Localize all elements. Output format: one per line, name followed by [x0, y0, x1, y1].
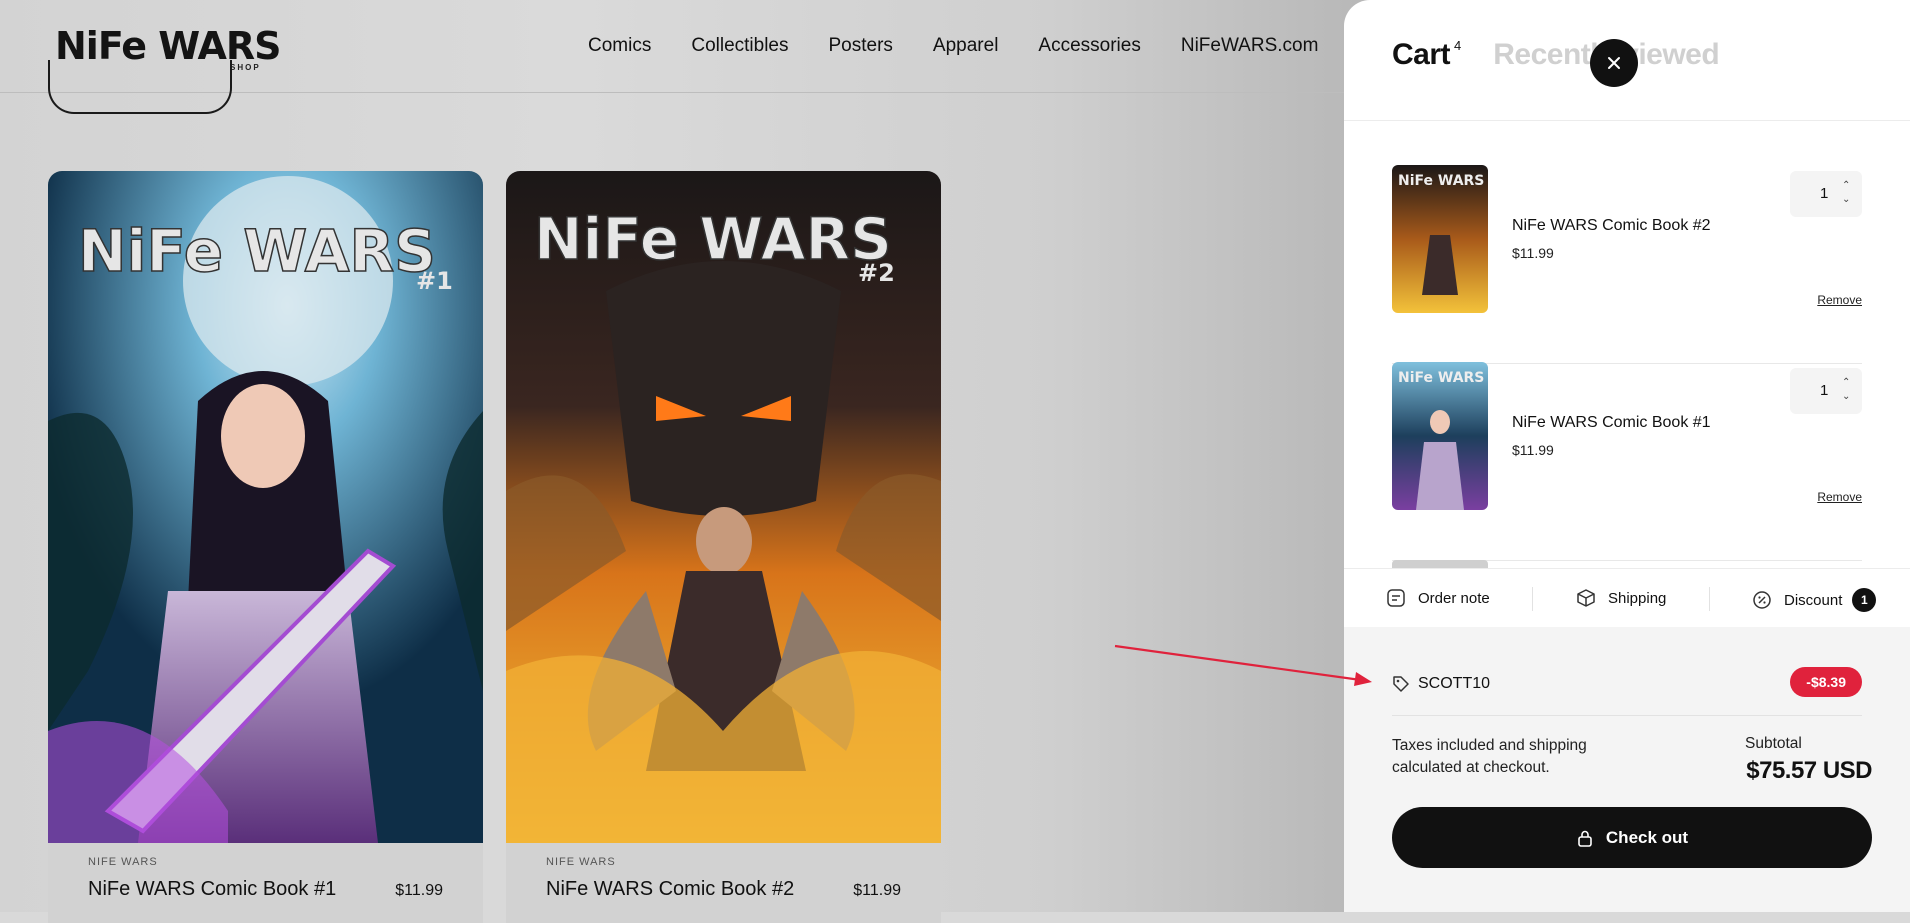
cart-item-price: $11.99	[1512, 245, 1554, 261]
note-icon	[1387, 589, 1405, 607]
discount-label: Discount	[1784, 591, 1843, 609]
main-nav: Comics Collectibles Posters Apparel Acce…	[588, 34, 1358, 58]
thumb-cover-1: NiFe WARS	[1392, 362, 1488, 510]
cart-item-image[interactable]	[1392, 560, 1488, 568]
order-note-label: Order note	[1418, 589, 1490, 607]
quantity-value[interactable]: 1	[1820, 382, 1828, 399]
tag-icon	[1393, 676, 1409, 692]
filter-button[interactable]	[48, 60, 232, 114]
product-meta: NIFE WARS NiFe WARS Comic Book #1 $11.99	[88, 856, 443, 916]
cover-title: NiFe WARS	[534, 205, 892, 273]
comic-cover-1: NiFe WARS #1	[48, 171, 483, 843]
cart-item-image[interactable]: NiFe WARS	[1392, 165, 1488, 313]
product-price: $11.99	[395, 882, 443, 899]
product-image[interactable]: NiFe WARS #2	[506, 171, 941, 843]
quantity-stepper[interactable]: 1 ⌃ ⌄	[1790, 368, 1862, 414]
nav-posters[interactable]: Posters	[829, 34, 893, 58]
lock-icon	[1578, 830, 1592, 847]
cart-item: NiFe WARS NiFe WARS Comic Book #1 $11.99…	[1392, 362, 1862, 561]
nav-accessories[interactable]: Accessories	[1038, 34, 1140, 58]
logo-subtext: SHOP	[230, 63, 261, 72]
cart-toolbar: Order note Shipping Discount 1	[1344, 568, 1910, 628]
discount-icon	[1753, 591, 1771, 609]
product-brand: NIFE WARS	[546, 856, 616, 868]
cart-item-image[interactable]: NiFe WARS	[1392, 362, 1488, 510]
svg-text:NiFe WARS: NiFe WARS	[1398, 370, 1484, 386]
quantity-stepper[interactable]: 1 ⌃ ⌄	[1790, 171, 1862, 217]
product-brand: NIFE WARS	[88, 856, 158, 868]
product-meta: NIFE WARS NiFe WARS Comic Book #2 $11.99	[546, 856, 901, 916]
discount-amount-badge: -$8.39	[1790, 667, 1862, 697]
product-price: $11.99	[853, 882, 901, 899]
subtotal-value: $75.57 USD	[1746, 757, 1872, 784]
discount-button[interactable]: Discount 1	[1752, 588, 1877, 612]
box-icon	[1577, 589, 1595, 607]
shipping-button[interactable]: Shipping	[1576, 588, 1666, 608]
order-note-button[interactable]: Order note	[1386, 588, 1490, 608]
tab-cart[interactable]: Cart	[1392, 38, 1451, 72]
subtotal-label: Subtotal	[1745, 735, 1802, 752]
shipping-label: Shipping	[1608, 589, 1667, 607]
checkout-button[interactable]: Check out	[1392, 807, 1872, 868]
cart-item-name[interactable]: NiFe WARS Comic Book #2	[1512, 217, 1711, 235]
cart-tabs: Cart 4 Recently viewed	[1392, 38, 1720, 72]
cover-title: NiFe WARS	[78, 217, 436, 285]
discount-code-text: SCOTT10	[1418, 675, 1491, 692]
remove-item-link[interactable]: Remove	[1817, 490, 1862, 504]
chevron-up-icon[interactable]: ⌃	[1842, 378, 1850, 388]
cover-issue: #2	[858, 259, 895, 287]
chevron-up-icon[interactable]: ⌃	[1842, 181, 1850, 191]
quantity-value[interactable]: 1	[1820, 185, 1828, 202]
nav-apparel[interactable]: Apparel	[933, 34, 999, 58]
svg-text:NiFe WARS: NiFe WARS	[1398, 173, 1484, 189]
cover-issue: #1	[416, 267, 453, 295]
cart-count: 4	[1454, 38, 1462, 53]
remove-item-link[interactable]: Remove	[1817, 293, 1862, 307]
product-image[interactable]: NiFe WARS #1	[48, 171, 483, 843]
product-card[interactable]: NiFe WARS #1 NIFE WARS NiFe WARS Comic B…	[48, 171, 483, 923]
comic-cover-2: NiFe WARS #2	[506, 171, 941, 843]
close-icon	[1608, 57, 1620, 69]
cart-item: NiFe WARS NiFe WARS Comic Book #2 $11.99…	[1392, 165, 1862, 364]
cart-footer: SCOTT10 -$8.39 Taxes included and shippi…	[1344, 627, 1910, 912]
chevron-down-icon[interactable]: ⌄	[1842, 195, 1850, 205]
cart-item-price: $11.99	[1512, 442, 1554, 458]
product-card[interactable]: NiFe WARS #2 NIFE WARS NiFe WARS Comic B…	[506, 171, 941, 923]
thumb-cover-2: NiFe WARS	[1392, 165, 1488, 313]
close-cart-button[interactable]	[1590, 39, 1638, 87]
cart-item-name[interactable]: NiFe WARS Comic Book #1	[1512, 414, 1711, 432]
product-title[interactable]: NiFe WARS Comic Book #2	[546, 878, 794, 901]
checkout-label: Check out	[1605, 827, 1689, 847]
chevron-down-icon[interactable]: ⌄	[1842, 392, 1850, 402]
applied-discount: SCOTT10 -$8.39	[1392, 667, 1862, 705]
nav-comics[interactable]: Comics	[588, 34, 651, 58]
discount-count-badge: 1	[1852, 588, 1877, 612]
nav-nifewars-com[interactable]: NiFeWARS.com	[1181, 34, 1319, 58]
tax-note: Taxes included and shipping calculated a…	[1392, 737, 1587, 776]
product-title[interactable]: NiFe WARS Comic Book #1	[88, 878, 336, 901]
nav-collectibles[interactable]: Collectibles	[691, 34, 788, 58]
discount-code: SCOTT10	[1392, 675, 1490, 693]
